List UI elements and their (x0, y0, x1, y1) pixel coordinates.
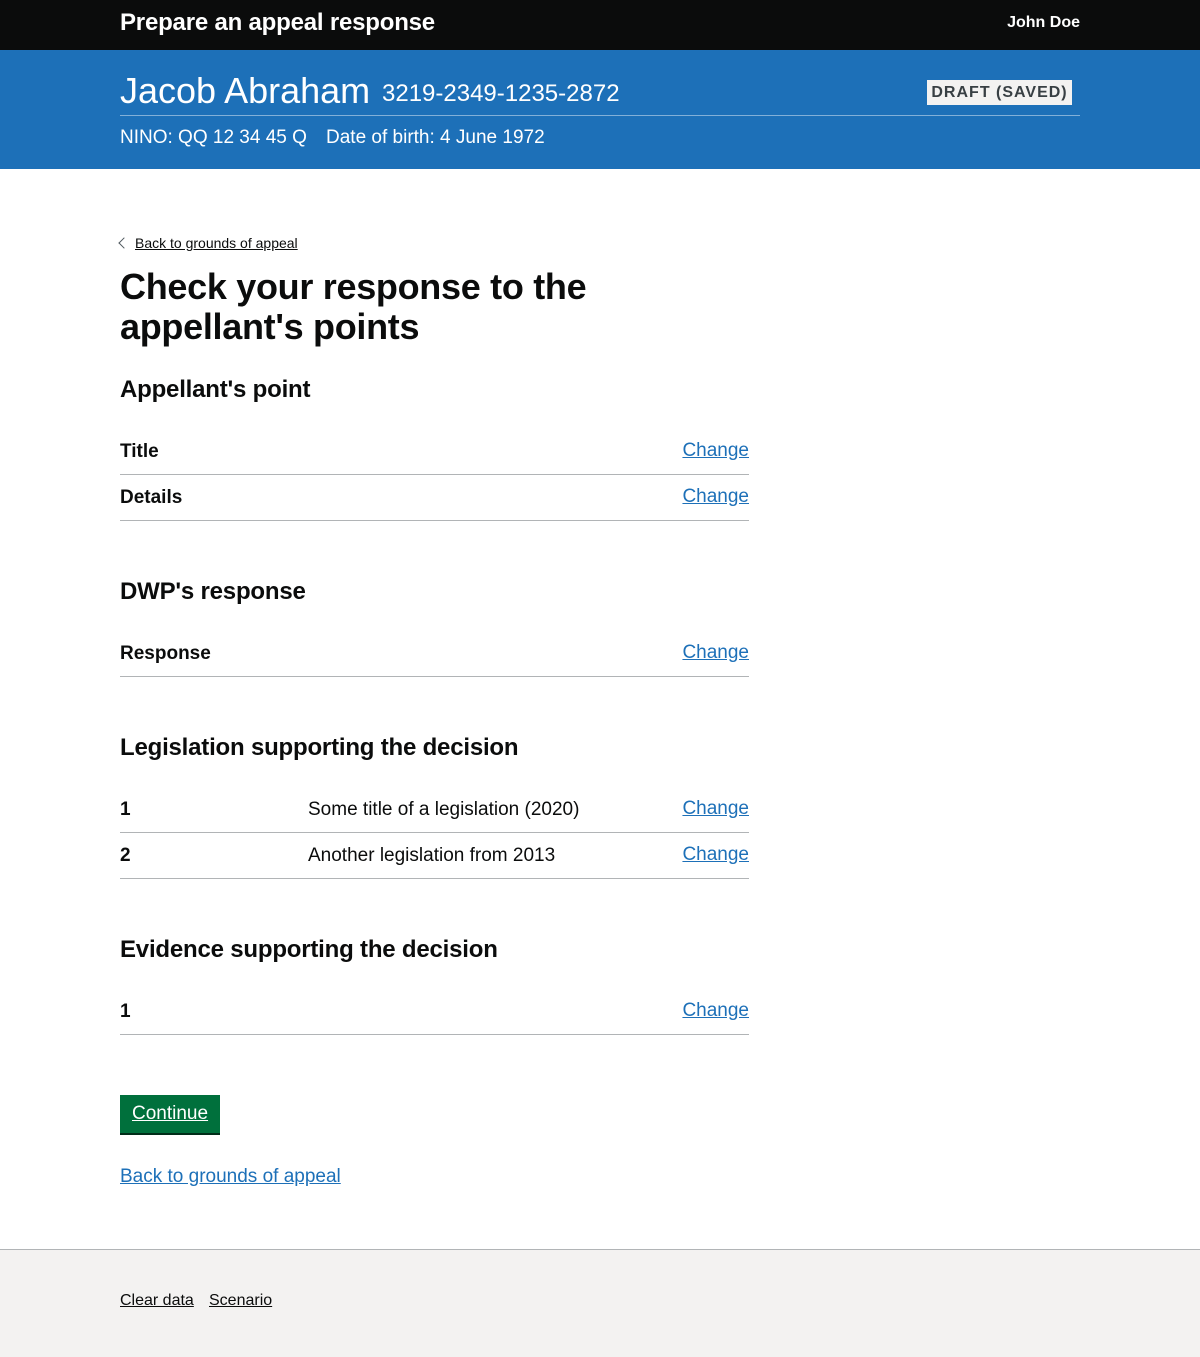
section-heading-legislation: Legislation supporting the decision (120, 734, 519, 761)
change-response-link[interactable]: Change (682, 642, 749, 664)
summary-row-legislation-1: 1 Some title of a legislation (2020) Cha… (120, 787, 749, 833)
back-link[interactable]: Back to grounds of appeal (118, 235, 298, 251)
row-value: Another legislation from 2013 (308, 845, 556, 866)
appeal-reference: 3219-2349-1235-2872 (382, 80, 620, 107)
row-key: 2 (120, 845, 131, 866)
back-to-grounds-link[interactable]: Back to grounds of appeal (120, 1166, 341, 1188)
service-name[interactable]: Prepare an appeal response (120, 9, 435, 37)
summary-row-details: Details Change (120, 475, 749, 521)
row-key: 1 (120, 799, 131, 820)
row-key: Details (120, 487, 183, 508)
scenario-link[interactable]: Scenario (209, 1292, 272, 1310)
back-link-label: Back to grounds of appeal (135, 235, 298, 251)
user-name[interactable]: John Doe (1007, 14, 1080, 32)
change-title-link[interactable]: Change (682, 440, 749, 462)
page-title: Check your response to the appellant's p… (120, 266, 587, 347)
change-legislation-1-link[interactable]: Change (682, 798, 749, 820)
continue-button[interactable]: Continue (120, 1095, 221, 1133)
change-legislation-2-link[interactable]: Change (682, 844, 749, 866)
appellant-banner: Jacob Abraham 3219-2349-1235-2872 DRAFT … (0, 50, 1200, 169)
summary-row-response: Response Change (120, 631, 749, 677)
banner-divider (120, 115, 1080, 116)
section-heading-appellant: Appellant's point (120, 376, 311, 403)
date-of-birth-text: Date of birth: 4 June 1972 (326, 127, 545, 148)
section-heading-dwp: DWP's response (120, 578, 306, 605)
chevron-left-icon (118, 237, 130, 249)
summary-row-legislation-2: 2 Another legislation from 2013 Change (120, 833, 749, 879)
change-evidence-1-link[interactable]: Change (682, 1000, 749, 1022)
section-heading-evidence: Evidence supporting the decision (120, 936, 498, 963)
footer: Clear data Scenario (0, 1249, 1200, 1357)
status-badge: DRAFT (SAVED) (927, 80, 1072, 105)
row-key: 1 (120, 1001, 131, 1022)
summary-row-title: Title Change (120, 429, 749, 475)
row-value: Some title of a legislation (2020) (308, 799, 580, 820)
nino-text: NINO: QQ 12 34 45 Q (120, 127, 307, 148)
service-header: Prepare an appeal response John Doe (0, 0, 1200, 50)
appellant-name: Jacob Abraham (120, 70, 371, 111)
change-details-link[interactable]: Change (682, 486, 749, 508)
summary-row-evidence-1: 1 Change (120, 989, 749, 1035)
row-key: Response (120, 643, 211, 664)
clear-data-link[interactable]: Clear data (120, 1292, 194, 1310)
row-key: Title (120, 441, 159, 462)
